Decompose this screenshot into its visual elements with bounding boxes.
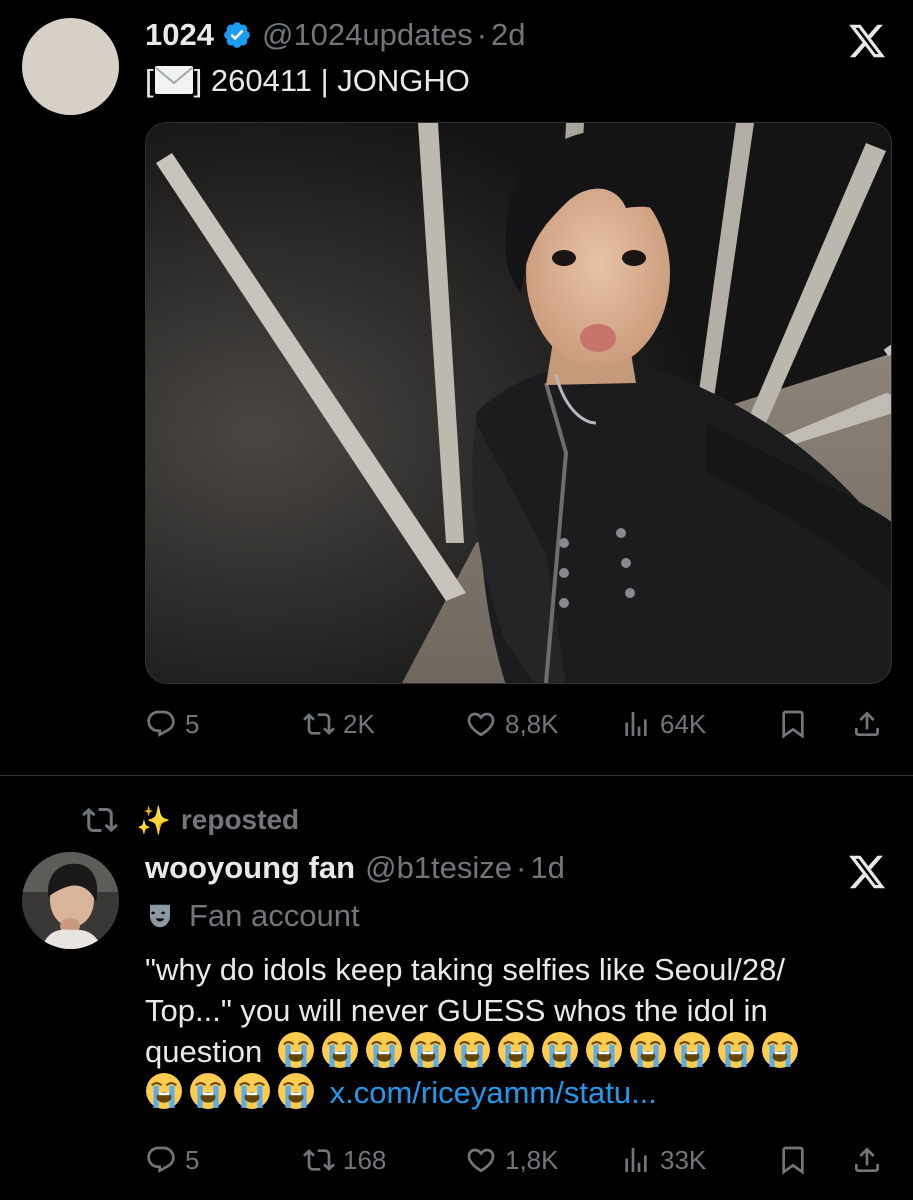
heart-icon — [467, 1148, 495, 1173]
repost-icon — [303, 713, 335, 735]
text-question: question — [145, 1034, 263, 1069]
text-line-2: Top..." you will never GUESS whos the id… — [145, 993, 768, 1028]
author-handle[interactable]: @1024updates — [262, 17, 473, 53]
separator-dot: · — [516, 850, 527, 885]
crying-emoji-group — [145, 1073, 321, 1110]
tweet-header: wooyoung fan @b1tesize · 1d — [145, 850, 565, 886]
text-date-name: ] 260411 | JONGHO — [193, 63, 470, 98]
loudly-crying-face-icon — [673, 1032, 710, 1068]
avatar[interactable] — [22, 852, 119, 949]
reply-count: 5 — [185, 1144, 200, 1175]
like-button[interactable]: 8,8K — [465, 708, 559, 740]
timestamp[interactable]: 2d — [491, 17, 525, 53]
loudly-crying-face-icon — [585, 1032, 622, 1068]
timestamp[interactable]: 1d — [530, 850, 564, 886]
author-name[interactable]: wooyoung fan — [145, 850, 355, 886]
loudly-crying-face-icon — [717, 1032, 754, 1068]
repost-icon — [303, 1149, 335, 1171]
tweet-photo[interactable] — [145, 122, 892, 684]
share-button[interactable] — [851, 708, 883, 740]
loudly-crying-face-icon — [497, 1032, 534, 1068]
loudly-crying-face-icon — [146, 1073, 182, 1109]
loudly-crying-face-icon — [278, 1073, 314, 1109]
verified-badge-icon — [224, 22, 250, 48]
reply-icon — [147, 1146, 175, 1173]
author-handle[interactable]: @b1tesize — [365, 850, 512, 886]
tweet-text: [ ] 260411 | JONGHO — [145, 60, 470, 101]
separator-dot: · — [476, 17, 488, 52]
fan-account-label: Fan account — [189, 898, 360, 933]
envelope-emoji-icon — [154, 66, 193, 94]
views-button[interactable]: 64K — [620, 708, 706, 740]
views-chart-icon — [625, 712, 647, 736]
tweet-link[interactable]: x.com/riceyamm/statu... — [330, 1075, 657, 1110]
repost-count: 168 — [343, 1144, 387, 1175]
reply-icon — [147, 710, 175, 737]
theater-mask-icon — [150, 904, 170, 928]
loudly-crying-face-icon — [629, 1032, 666, 1068]
repost-count: 2K — [343, 708, 375, 739]
text-line-4: x.com/riceyamm/statu... — [145, 1072, 805, 1113]
bookmark-icon — [782, 710, 804, 739]
avatar-image — [22, 852, 119, 949]
tweet-header: 1024 @1024updates · 2d — [145, 17, 526, 53]
view-count: 33K — [660, 1144, 707, 1175]
share-icon — [855, 711, 879, 736]
text-line-1: "why do idols keep taking selfies like S… — [145, 952, 785, 987]
tweet-text: "why do idols keep taking selfies like S… — [145, 949, 805, 1113]
avatar[interactable] — [22, 18, 119, 115]
tweet-actions: 5 2K 8,8K 64K — [145, 704, 890, 744]
views-chart-icon — [625, 1148, 647, 1172]
heart-icon — [467, 712, 495, 737]
loudly-crying-face-icon — [190, 1073, 226, 1109]
reply-count: 5 — [185, 708, 200, 739]
crying-emoji-group — [277, 1032, 805, 1069]
loudly-crying-face-icon — [761, 1032, 798, 1068]
text-bracket-open: [ — [145, 63, 154, 98]
like-count: 8,8K — [505, 708, 559, 739]
view-count: 64K — [660, 708, 707, 739]
loudly-crying-face-icon — [453, 1032, 490, 1068]
loudly-crying-face-icon — [365, 1032, 402, 1068]
loudly-crying-face-icon — [321, 1032, 358, 1068]
author-name[interactable]: 1024 — [145, 17, 214, 53]
share-icon — [855, 1147, 879, 1172]
reply-button[interactable]: 5 — [145, 1144, 199, 1176]
selfie-image — [146, 123, 891, 683]
x-logo-icon — [849, 24, 886, 58]
x-logo-icon — [849, 855, 886, 889]
text-line-3: question — [145, 1031, 805, 1072]
loudly-crying-face-icon — [234, 1073, 270, 1109]
views-button[interactable]: 33K — [620, 1144, 706, 1176]
like-count: 1,8K — [505, 1144, 559, 1175]
tweet-1[interactable]: 1024 @1024updates · 2d [ ] 260411 | JONGH… — [0, 0, 913, 775]
reply-button[interactable]: 5 — [145, 708, 199, 740]
account-label: Fan account — [145, 898, 360, 934]
like-button[interactable]: 1,8K — [465, 1144, 559, 1176]
bookmark-icon — [782, 1146, 804, 1175]
share-button[interactable] — [851, 1144, 883, 1176]
loudly-crying-face-icon — [277, 1032, 314, 1068]
repost-button[interactable]: 2K — [303, 708, 375, 740]
tweet-actions: 5 168 1,8K 33K — [145, 1140, 890, 1180]
repost-button[interactable]: 168 — [303, 1144, 386, 1176]
loudly-crying-face-icon — [541, 1032, 578, 1068]
bookmark-button[interactable] — [777, 1144, 809, 1176]
loudly-crying-face-icon — [409, 1032, 446, 1068]
bookmark-button[interactable] — [777, 708, 809, 740]
